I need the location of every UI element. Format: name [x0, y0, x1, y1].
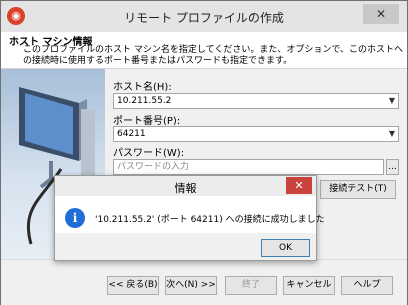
- host-name-combobox[interactable]: 10.211.55.2 ▼: [113, 93, 399, 109]
- info-dialog: 情報 ✕ i '10.211.55.2' (ポート 64211) への接続に成功…: [54, 175, 325, 261]
- header-description: このプロファイルのホスト マシン名を指定してください。また、オプションで、このホ…: [23, 45, 403, 66]
- dialog-title: 情報: [174, 182, 197, 195]
- wizard-footer: << 戻る(B) 次へ(N) >> 終了 キャンセル ヘルプ: [1, 259, 407, 305]
- port-value: 64211: [117, 129, 146, 139]
- test-connection-button[interactable]: 接続テスト(T): [320, 180, 396, 199]
- window-close-button[interactable]: ✕: [363, 4, 399, 24]
- chevron-down-icon[interactable]: ▼: [389, 127, 395, 141]
- password-placeholder: パスワードの入力: [117, 162, 190, 172]
- back-button[interactable]: << 戻る(B): [107, 276, 159, 295]
- host-name-value: 10.211.55.2: [117, 96, 172, 106]
- ok-button[interactable]: OK: [261, 239, 310, 257]
- password-input[interactable]: パスワードの入力: [113, 159, 384, 175]
- browse-button[interactable]: ...: [386, 159, 399, 175]
- next-button[interactable]: 次へ(N) >>: [165, 276, 217, 295]
- host-name-label: ホスト名(H):: [113, 82, 172, 93]
- finish-button[interactable]: 終了: [225, 276, 277, 295]
- port-combobox[interactable]: 64211 ▼: [113, 126, 399, 142]
- help-button[interactable]: ヘルプ: [341, 276, 393, 295]
- port-label: ポート番号(P):: [113, 116, 181, 127]
- dialog-message: '10.211.55.2' (ポート 64211) への接続に成功しました: [95, 215, 325, 225]
- title-bar: ◉ リモート プロファイルの作成 ✕: [1, 1, 407, 32]
- cancel-button[interactable]: キャンセル: [283, 276, 335, 295]
- wizard-header: ホスト マシン情報 このプロファイルのホスト マシン名を指定してください。また、…: [1, 32, 407, 69]
- dialog-close-button[interactable]: ✕: [286, 177, 312, 194]
- info-icon: i: [65, 208, 85, 228]
- chevron-down-icon[interactable]: ▼: [389, 94, 395, 108]
- dialog-title-bar: 情報 ✕: [55, 176, 316, 196]
- password-label: パスワード(W):: [113, 148, 185, 159]
- window-title: リモート プロファイルの作成: [124, 11, 284, 25]
